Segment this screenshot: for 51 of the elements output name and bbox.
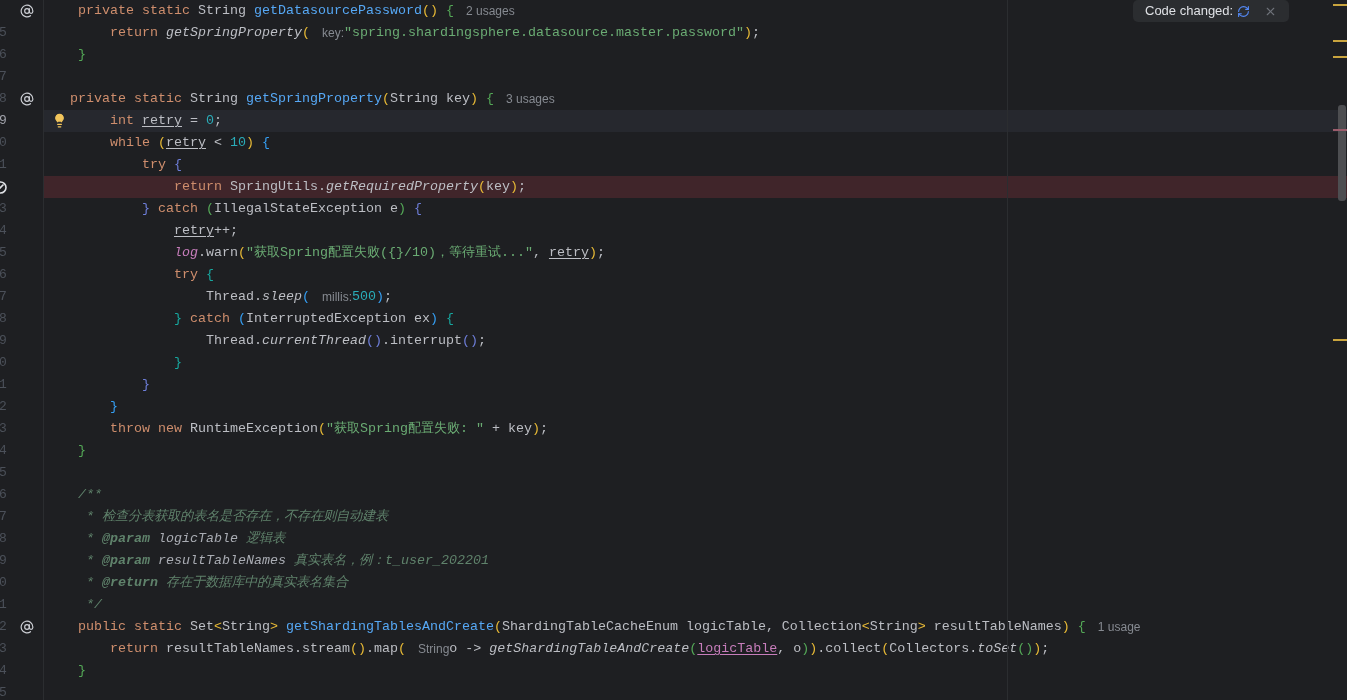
scrollbar-thumb[interactable] <box>1338 105 1346 201</box>
code-text: * @param resultTableNames 真实表名，例：t_user_202201 <box>86 552 489 570</box>
code-text: log.warn("获取Spring配置失败({}/10)，等待重试...", retry); <box>174 244 605 262</box>
warning-marker[interactable] <box>1333 40 1347 42</box>
code-text: } <box>110 398 118 416</box>
usages-link[interactable]: key: <box>322 24 344 42</box>
code-text: return resultTableNames.stream().map( <box>110 640 406 658</box>
code-text: try { <box>142 156 182 174</box>
code-text: Thread.currentThread().interrupt(); <box>205 332 486 350</box>
usages-link[interactable]: 3 usages <box>505 90 555 108</box>
usages-link[interactable]: 2 usages <box>465 2 515 20</box>
code-text: private static String getSpringProperty(String key) { <box>70 90 494 108</box>
code-text: } <box>78 442 86 460</box>
code-text: private static String getDatasourcePassword() { <box>78 2 454 20</box>
usages-link[interactable]: 1 usage <box>1097 618 1141 636</box>
code-text: } catch (IllegalStateException e) { <box>142 200 422 218</box>
override-icon[interactable] <box>20 92 34 106</box>
warning-marker[interactable] <box>1333 56 1347 58</box>
line-number: 9 <box>0 112 7 131</box>
warning-marker[interactable] <box>1333 4 1347 6</box>
code-text: "spring.shardingsphere.datasource.master.password"); <box>344 24 760 42</box>
warning-marker[interactable] <box>1333 339 1347 341</box>
reload-icon[interactable] <box>1237 4 1251 18</box>
code-text: */ <box>86 596 102 614</box>
code-text: } <box>78 46 86 64</box>
code-text: } <box>142 376 150 394</box>
code-text: } <box>174 354 182 372</box>
code-text: * @return 存在于数据库中的真实表名集合 <box>86 574 348 592</box>
code-text: 500); <box>351 288 392 306</box>
code-text: return getSpringProperty( <box>110 24 310 42</box>
lightbulb-icon[interactable] <box>52 113 67 128</box>
notification-text: Code changed: <box>1145 2 1234 21</box>
code-text: public static Set<String> getShardingTablesAndCreate(ShardingTableCacheEnum logicTable, Collection<String> resultTableNames) { <box>78 618 1086 636</box>
code-text: int retry = 0; <box>110 112 222 130</box>
code-text: * 检查分表获取的表名是否存在，不存在则自动建表 <box>86 508 388 526</box>
code-text: return SpringUtils.getRequiredProperty(key); <box>174 178 526 196</box>
override-icon[interactable] <box>20 4 34 18</box>
code-text: throw new RuntimeException("获取Spring配置失败: " + key); <box>110 420 548 438</box>
code-text: } <box>78 662 86 680</box>
code-text: * @param logicTable 逻辑表 <box>86 530 285 548</box>
code-text: while (retry < 10) { <box>110 134 270 152</box>
error-marker[interactable] <box>1333 129 1347 131</box>
code-text: Thread.sleep( <box>205 288 310 306</box>
override-icon[interactable] <box>20 620 34 634</box>
usages-link[interactable]: millis: <box>321 288 352 306</box>
code-text: } catch (InterruptedException ex) { <box>174 310 454 328</box>
usages-link[interactable]: String <box>417 640 450 658</box>
code-text: /** <box>78 486 102 504</box>
code-text: try { <box>174 266 214 284</box>
code-text: o -> getShardingTableAndCreate(logicTable, o)).collect(Collectors.toSet()); <box>449 640 1050 658</box>
code-text: retry++; <box>174 222 238 240</box>
